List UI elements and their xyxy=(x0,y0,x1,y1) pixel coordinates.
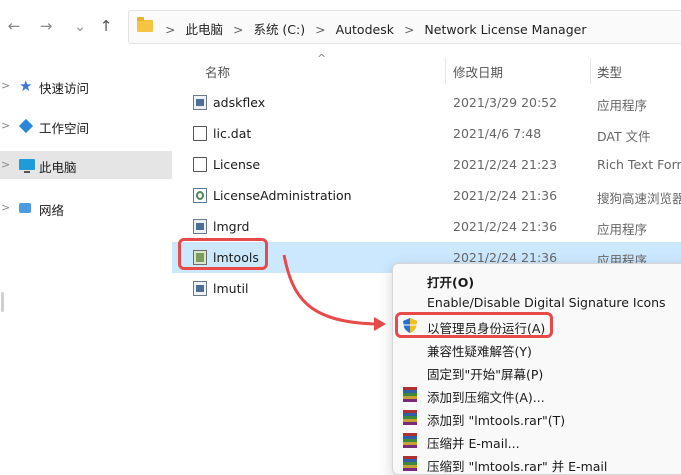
scrollbar[interactable] xyxy=(1,292,4,312)
menu-item-compress-email[interactable]: 压缩并 E-mail... xyxy=(393,429,681,452)
file-type: 应用程序 xyxy=(597,98,648,113)
chevron-down-icon[interactable]: ⌄ xyxy=(70,16,90,36)
annotation-arrow xyxy=(282,254,386,331)
breadcrumb-nlm[interactable]: Network License Manager xyxy=(424,22,586,37)
highlight-box-lmtools xyxy=(178,238,268,270)
menu-item-label: 压缩并 E-mail... xyxy=(427,436,520,451)
sidebar-item-this-pc[interactable]: > 此电脑 xyxy=(0,151,172,179)
network-icon xyxy=(19,203,31,213)
file-date: 2021/4/6 7:48 xyxy=(453,126,542,141)
sidebar-item-label: 工作空间 xyxy=(39,121,90,136)
folder-icon xyxy=(137,17,153,32)
sidebar-item-label: 快速访问 xyxy=(39,81,90,96)
menu-item-digital-signature[interactable]: Enable/Disable Digital Signature Icons xyxy=(393,291,681,314)
breadcrumb-separator: > xyxy=(403,22,415,37)
arrow-path xyxy=(282,254,379,326)
computer-icon xyxy=(19,159,35,173)
menu-item-label: 添加到 "lmtools.rar"(T) xyxy=(427,413,566,428)
winrar-icon xyxy=(403,433,417,448)
menu-item-label: 压缩到 "lmtools.rar" 并 E-mail xyxy=(427,459,608,474)
file-date: 2021/2/24 21:23 xyxy=(453,157,558,172)
browser-icon xyxy=(193,188,207,203)
file-type: 应用程序 xyxy=(597,222,648,237)
sidebar-item-workspace[interactable]: > 工作空间 xyxy=(0,112,172,140)
navigation-pane: > ★ 快速访问 > 工作空间 > 此电脑 > 网络 xyxy=(0,52,172,461)
sort-ascending-icon: ^ xyxy=(317,52,327,65)
workspace-icon xyxy=(18,118,34,134)
file-date: 2021/2/24 21:36 xyxy=(453,219,558,234)
file-row-license-administration[interactable]: LicenseAdministration 2021/2/24 21:36 搜狗… xyxy=(172,180,681,211)
menu-item-add-to-rar[interactable]: 添加到 "lmtools.rar"(T) xyxy=(393,406,681,429)
sidebar-item-quick-access[interactable]: > ★ 快速访问 xyxy=(0,72,172,100)
file-type: 搜狗高速浏览器 xyxy=(597,191,681,206)
file-name: lic.dat xyxy=(213,126,252,141)
menu-item-label: 打开(O) xyxy=(427,275,475,290)
chevron-right-icon[interactable]: > xyxy=(1,79,10,92)
chevron-right-icon[interactable]: > xyxy=(1,119,10,132)
breadcrumb-drive-c[interactable]: 系统 (C:) xyxy=(253,22,305,37)
arrow-up-icon[interactable]: ↑ xyxy=(96,16,116,36)
file-row-license[interactable]: License 2021/2/24 21:23 Rich Text Form xyxy=(172,149,681,180)
column-header-date[interactable]: 修改日期 xyxy=(453,62,503,81)
arrow-right-icon[interactable]: → xyxy=(36,16,56,36)
menu-item-open[interactable]: 打开(O) xyxy=(393,268,681,291)
breadcrumb-separator: > xyxy=(315,22,326,37)
address-bar[interactable]: > 此电脑 > 系统 (C:) > Autodesk > Network Lic… xyxy=(128,10,681,44)
arrow-left-icon[interactable]: ← xyxy=(4,16,24,36)
highlight-box-run-as-admin xyxy=(395,312,553,338)
breadcrumb: > 此电脑 > 系统 (C:) > Autodesk > Network Lic… xyxy=(159,19,586,38)
breadcrumb-separator: > xyxy=(165,22,176,37)
column-header-type[interactable]: 类型 xyxy=(597,62,622,81)
column-divider[interactable] xyxy=(445,58,446,84)
file-type: Rich Text Form xyxy=(597,157,681,172)
breadcrumb-autodesk[interactable]: Autodesk xyxy=(336,22,394,37)
file-name: LicenseAdministration xyxy=(213,188,352,203)
file-name: lmgrd xyxy=(213,219,250,234)
arrow-head xyxy=(374,317,386,331)
sidebar-item-label: 此电脑 xyxy=(39,160,77,175)
chevron-right-icon[interactable]: > xyxy=(1,158,10,171)
winrar-icon xyxy=(403,387,417,402)
winrar-icon xyxy=(403,456,417,471)
menu-item-compatibility[interactable]: 兼容性疑难解答(Y) xyxy=(393,337,681,360)
breadcrumb-separator: > xyxy=(232,22,244,37)
context-menu: 打开(O) Enable/Disable Digital Signature I… xyxy=(392,263,681,475)
menu-item-label: 固定到"开始"屏幕(P) xyxy=(427,367,544,382)
menu-item-compress-rar-email[interactable]: 压缩到 "lmtools.rar" 并 E-mail xyxy=(393,452,681,475)
document-icon xyxy=(193,126,207,141)
menu-item-add-to-archive[interactable]: 添加到压缩文件(A)... xyxy=(393,383,681,406)
breadcrumb-this-pc[interactable]: 此电脑 xyxy=(185,22,223,37)
chevron-right-icon[interactable]: > xyxy=(1,201,10,214)
column-divider[interactable] xyxy=(590,58,591,84)
file-date: 2021/3/29 20:52 xyxy=(453,95,558,110)
menu-item-label: 兼容性疑难解答(Y) xyxy=(427,344,532,359)
file-row-adskflex[interactable]: adskflex 2021/3/29 20:52 应用程序 xyxy=(172,87,681,118)
file-type: DAT 文件 xyxy=(597,129,651,144)
document-icon xyxy=(193,157,207,172)
sidebar-item-network[interactable]: > 网络 xyxy=(0,194,172,222)
column-header-name[interactable]: 名称 xyxy=(205,62,230,81)
menu-item-pin-start[interactable]: 固定到"开始"屏幕(P) xyxy=(393,360,681,383)
file-name: adskflex xyxy=(213,95,266,110)
file-name: lmutil xyxy=(213,281,249,296)
file-name: License xyxy=(213,157,261,172)
exe-icon xyxy=(193,95,207,110)
winrar-icon xyxy=(403,410,417,425)
menu-item-label: Enable/Disable Digital Signature Icons xyxy=(427,295,666,310)
exe-icon xyxy=(193,281,207,296)
file-date: 2021/2/24 21:36 xyxy=(453,188,558,203)
file-row-lic-dat[interactable]: lic.dat 2021/4/6 7:48 DAT 文件 xyxy=(172,118,681,149)
menu-item-label: 添加到压缩文件(A)... xyxy=(427,390,545,405)
exe-icon xyxy=(193,219,207,234)
sidebar-item-label: 网络 xyxy=(39,203,65,218)
navigation-bar: ← → ⌄ ↑ > 此电脑 > 系统 (C:) > Autodesk > Net… xyxy=(0,0,681,52)
star-icon: ★ xyxy=(19,77,33,95)
